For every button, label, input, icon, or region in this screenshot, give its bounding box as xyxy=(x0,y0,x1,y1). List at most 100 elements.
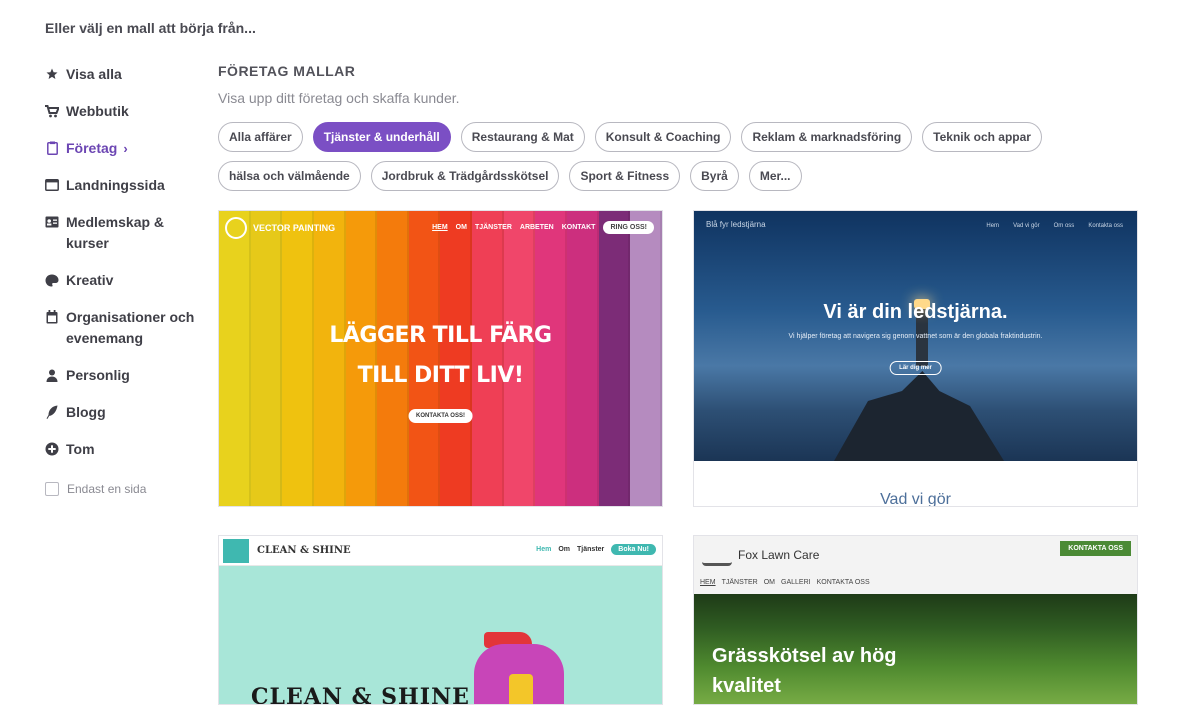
sidebar-item-tom[interactable]: Tom xyxy=(45,439,205,460)
fox-nav-item: OM xyxy=(763,579,776,586)
person-icon xyxy=(45,368,59,382)
vector-hero-line1: LÄGGER TILL FÄRG xyxy=(329,323,552,348)
fox-nav-item: TJÄNSTER xyxy=(721,579,758,586)
color-stripe xyxy=(313,211,346,506)
chip-halsa-valmaende[interactable]: hälsa och välmående xyxy=(218,161,361,191)
sidebar-item-landningssida[interactable]: Landningssida xyxy=(45,175,205,196)
template-card-vector-painting[interactable]: VECTOR PAINTING HEM OM TJÄNSTER ARBETEN … xyxy=(218,210,663,507)
clean-book-button: Boka Nu! xyxy=(611,544,656,555)
calendar-icon xyxy=(45,310,59,324)
single-page-checkbox[interactable] xyxy=(45,482,59,496)
cart-icon xyxy=(45,104,59,118)
page-heading: Eller välj en mall att börja från... xyxy=(45,20,256,36)
chip-tjanster-underhall[interactable]: Tjänster & underhåll xyxy=(312,122,451,152)
lighthouse-learn-button: Lär dig mer xyxy=(889,361,942,375)
vector-nav-item: KONTAKT xyxy=(561,224,596,231)
clean-nav-item: Om xyxy=(558,546,571,553)
sidebar-item-label: Landningssida xyxy=(66,177,165,193)
sidebar-item-label: Visa alla xyxy=(66,66,122,82)
chip-byra[interactable]: Byrå xyxy=(690,161,739,191)
vector-nav: HEM OM TJÄNSTER ARBETEN KONTAKT RING OSS… xyxy=(424,221,654,234)
chip-sport-fitness[interactable]: Sport & Fitness xyxy=(569,161,681,191)
clean-nav: Hem Om Tjänster Boka Nu! xyxy=(529,544,656,555)
color-stripe xyxy=(219,211,251,506)
sidebar-item-label: Blogg xyxy=(66,404,106,420)
chip-reklam-marknadsforing[interactable]: Reklam & marknadsföring xyxy=(741,122,913,152)
category-filter-chips: Alla affärer Tjänster & underhåll Restau… xyxy=(218,122,1148,200)
sidebar-item-personlig[interactable]: Personlig xyxy=(45,365,205,386)
palette-icon xyxy=(45,273,59,287)
vector-logo: VECTOR PAINTING xyxy=(225,217,335,239)
lighthouse-subtitle: Vi hjälper företag att navigera sig geno… xyxy=(788,333,1043,340)
template-browser: FÖRETAG MALLAR Visa upp ditt företag och… xyxy=(218,63,1148,200)
fox-nav-item: HEM xyxy=(700,579,716,586)
star-icon xyxy=(45,67,59,81)
vector-nav-item: OM xyxy=(455,224,467,231)
sidebar-item-foretag[interactable]: Företag › xyxy=(45,138,205,159)
single-page-filter[interactable]: Endast en sida xyxy=(45,482,205,496)
fox-contact-button: KONTAKTA OSS xyxy=(1060,541,1131,556)
sidebar-item-visa-alla[interactable]: Visa alla xyxy=(45,64,205,85)
window-icon xyxy=(45,178,59,192)
sidebar-item-blogg[interactable]: Blogg xyxy=(45,402,205,423)
section-title: FÖRETAG MALLAR xyxy=(218,63,356,79)
lighthouse-nav-item: Hem xyxy=(986,223,1000,229)
chevron-right-icon: › xyxy=(123,141,128,156)
lighthouse-nav-item: Om oss xyxy=(1053,223,1075,229)
clean-name: CLEAN & SHINE xyxy=(257,545,351,556)
clean-logo-icon xyxy=(223,539,249,563)
chip-konsult-coaching[interactable]: Konsult & Coaching xyxy=(594,122,732,152)
sidebar-item-label: Organisationer och evenemang xyxy=(66,309,195,346)
sidebar-item-organisationer[interactable]: Organisationer och evenemang xyxy=(45,307,205,349)
chip-restaurang-mat[interactable]: Restaurang & Mat xyxy=(460,122,585,152)
chip-teknik-appar[interactable]: Teknik och appar xyxy=(922,122,1042,152)
sidebar-item-label: Företag xyxy=(66,140,118,156)
vector-nav-item: TJÄNSTER xyxy=(474,224,512,231)
clipboard-icon xyxy=(45,141,59,155)
sidebar-item-medlemskap[interactable]: Medlemskap & kurser xyxy=(45,212,205,254)
feather-icon xyxy=(45,405,59,419)
chip-mer[interactable]: Mer... xyxy=(748,161,802,191)
color-stripe xyxy=(250,211,283,506)
vector-contact-button: KONTAKTA OSS! xyxy=(408,409,473,423)
fox-hero-text: Grässkötsel av hög kvalitet xyxy=(712,645,897,697)
color-stripe xyxy=(345,211,378,506)
clean-nav-item: Hem xyxy=(536,546,552,553)
color-stripe xyxy=(503,211,536,506)
plus-circle-icon xyxy=(45,442,59,456)
section-subtitle: Visa upp ditt företag och skaffa kunder. xyxy=(218,90,460,106)
template-card-clean-shine[interactable]: CLEAN & SHINE Hem Om Tjänster Boka Nu! C… xyxy=(218,535,663,705)
chip-jordbruk[interactable]: Jordbruk & Trädgårdsskötsel xyxy=(370,161,560,191)
sidebar-item-label: Webbutik xyxy=(66,103,129,119)
fox-nav-item: GALLERI xyxy=(781,579,811,586)
sidebar-item-kreativ[interactable]: Kreativ xyxy=(45,270,205,291)
mower-logo-icon xyxy=(702,542,732,566)
template-card-fox-lawn-care[interactable]: Fox Lawn Care KONTAKTA OSS HEM TJÄNSTER … xyxy=(693,535,1138,705)
color-stripe xyxy=(630,211,662,506)
lighthouse-section-title: Vad vi gör xyxy=(880,491,951,507)
sidebar-item-label: Tom xyxy=(66,441,95,457)
color-stripe xyxy=(440,211,473,506)
color-stripe xyxy=(598,211,631,506)
lighthouse-nav: Hem Vad vi gör Om oss Kontakta oss xyxy=(972,223,1123,229)
sidebar-item-label: Medlemskap & kurser xyxy=(66,214,165,251)
lighthouse-nav-item: Vad vi gör xyxy=(1013,223,1040,229)
chip-alla-affarer[interactable]: Alla affärer xyxy=(218,122,303,152)
color-stripe xyxy=(472,211,504,506)
vector-nav-item: ARBETEN xyxy=(519,224,554,231)
fox-nav: HEM TJÄNSTER OM GALLERI KONTAKTA OSS xyxy=(700,579,876,586)
template-card-lighthouse[interactable]: Blå fyr ledstjärna Hem Vad vi gör Om oss… xyxy=(693,210,1138,507)
lighthouse-nav-item: Kontakta oss xyxy=(1088,223,1123,229)
color-stripe xyxy=(408,211,441,506)
color-stripes xyxy=(219,211,662,506)
vector-cta: RING OSS! xyxy=(603,221,654,234)
lighthouse-logo: Blå fyr ledstjärna xyxy=(706,220,766,229)
sidebar-item-webbutik[interactable]: Webbutik xyxy=(45,101,205,122)
spray-bottle xyxy=(509,674,533,704)
vector-nav-item: HEM xyxy=(432,224,448,231)
lighthouse-title: Vi är din ledstjärna. xyxy=(823,301,1008,323)
color-stripe xyxy=(535,211,568,506)
clean-nav-item: Tjänster xyxy=(577,546,605,553)
paint-roller-icon xyxy=(225,217,247,239)
color-stripe xyxy=(567,211,599,506)
